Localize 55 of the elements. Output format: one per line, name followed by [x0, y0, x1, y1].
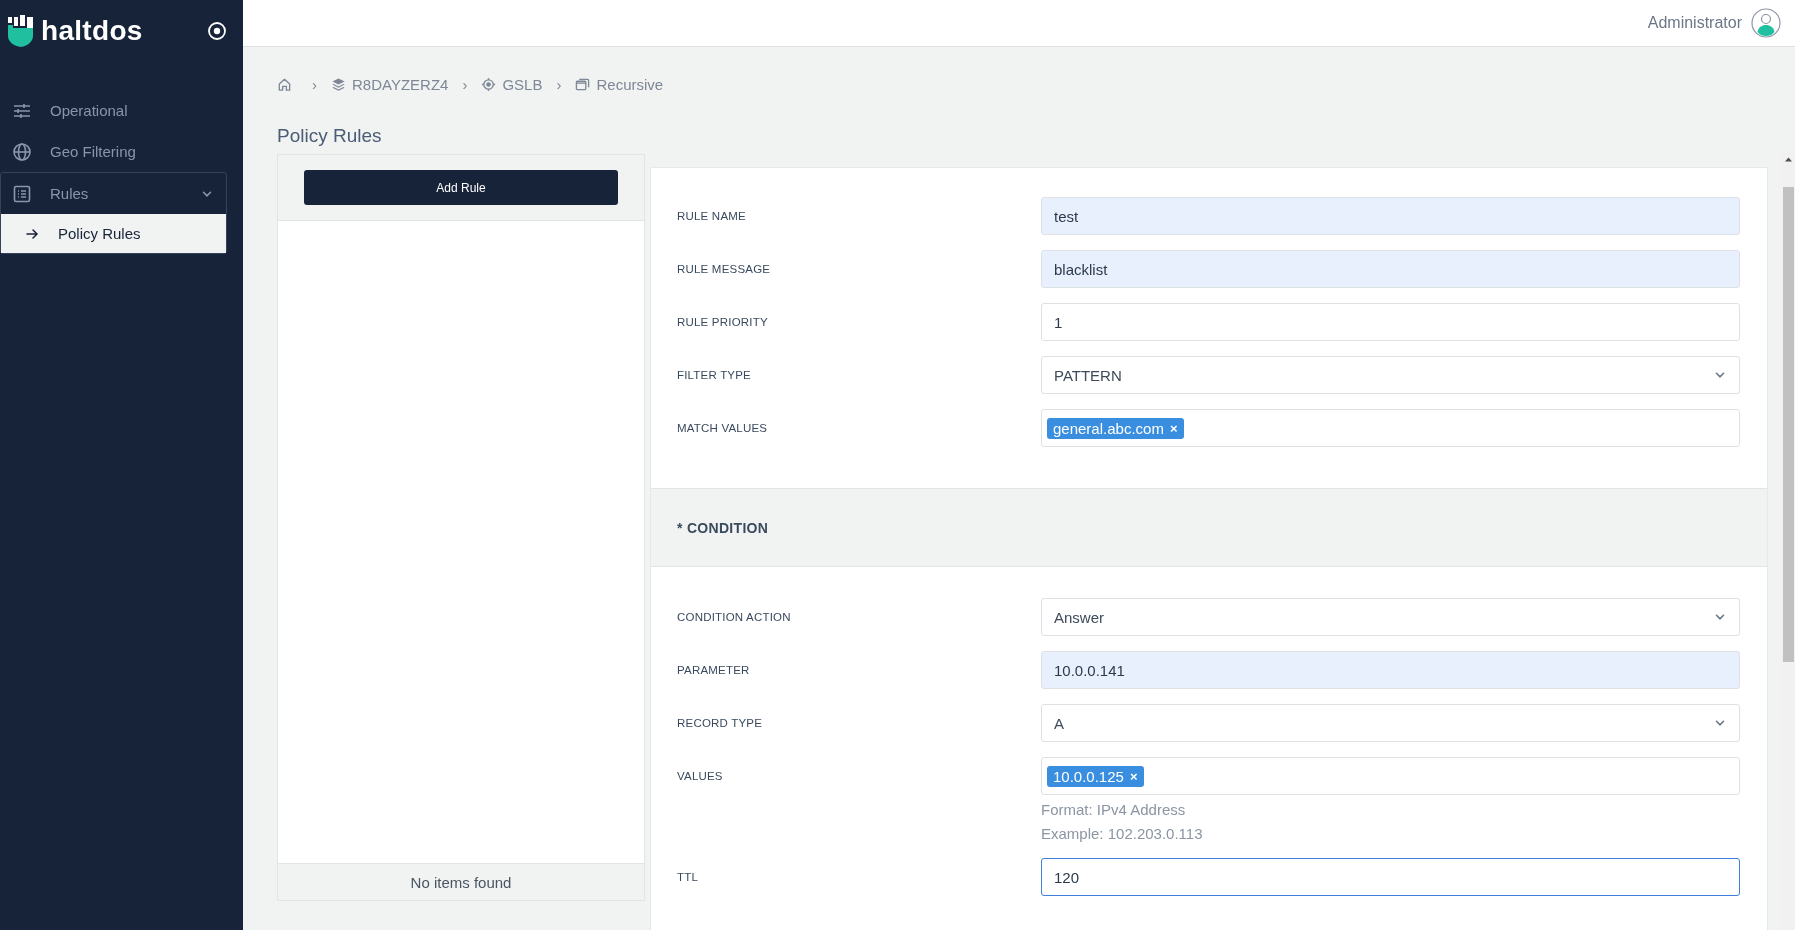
- sidebar-item[interactable]: Operational: [0, 90, 243, 131]
- breadcrumb-separator: ›: [462, 75, 468, 93]
- tag-input-field[interactable]: 10.0.0.125 ×: [1041, 757, 1740, 795]
- field-label: TTL: [677, 870, 700, 885]
- windows-icon: [575, 76, 591, 92]
- remove-tag-button[interactable]: ×: [1169, 420, 1178, 436]
- scroll-up-icon[interactable]: [1784, 155, 1793, 164]
- text-field[interactable]: test: [1041, 197, 1740, 235]
- tag-input-field[interactable]: general.abc.com ×: [1041, 409, 1740, 447]
- help-text: Example: 102.203.0.113: [1041, 824, 1204, 843]
- tag-label: 10.0.0.125: [1053, 767, 1124, 785]
- field-label: RULE PRIORITY: [677, 315, 769, 330]
- empty-message: No items found: [278, 863, 644, 900]
- text-field[interactable]: blacklist: [1041, 250, 1740, 288]
- field-label: RULE NAME: [677, 209, 747, 224]
- field-label: FILTER TYPE: [677, 368, 752, 383]
- remove-tag-button[interactable]: ×: [1129, 768, 1138, 784]
- field-label: PARAMETER: [677, 663, 751, 678]
- sidebar-item[interactable]: Rules: [1, 173, 226, 214]
- crosshair-icon: [481, 76, 497, 92]
- sidebar-subitem[interactable]: Policy Rules: [1, 214, 226, 253]
- dropdown[interactable]: A: [1041, 704, 1740, 742]
- text-field[interactable]: 10.0.0.141: [1041, 651, 1740, 689]
- field-label: RECORD TYPE: [677, 716, 764, 731]
- field-label: MATCH VALUES: [677, 421, 769, 436]
- breadcrumb-link[interactable]: Recursive: [596, 75, 664, 93]
- breadcrumb-link[interactable]: R8DAYZERZ4: [352, 75, 449, 93]
- circle-dot-icon[interactable]: [207, 21, 227, 41]
- text-field[interactable]: 120: [1041, 858, 1740, 896]
- list-icon: [12, 183, 32, 204]
- breadcrumb-link[interactable]: GSLB: [502, 75, 543, 93]
- tag[interactable]: general.abc.com ×: [1047, 417, 1184, 439]
- help-text: Format: IPv4 Address: [1041, 800, 1187, 819]
- sidebar-item[interactable]: Geo Filtering: [0, 131, 243, 172]
- breadcrumb-separator: ›: [312, 75, 317, 93]
- logo-icon: [7, 14, 35, 48]
- home-icon[interactable]: [277, 76, 292, 92]
- field-label: CONDITION ACTION: [677, 610, 792, 625]
- field-label: VALUES: [677, 769, 724, 784]
- dropdown[interactable]: PATTERN: [1041, 356, 1740, 394]
- dropdown[interactable]: Answer: [1041, 598, 1740, 636]
- brand-name: haltdos: [41, 15, 144, 47]
- tag-label: general.abc.com: [1053, 419, 1164, 437]
- globe-icon: [12, 141, 32, 162]
- user-avatar-icon[interactable]: [1751, 8, 1781, 38]
- layers-icon: [331, 76, 346, 92]
- text-field[interactable]: 1: [1041, 303, 1740, 341]
- breadcrumb-separator: ›: [556, 75, 562, 93]
- user-name[interactable]: Administrator: [1647, 14, 1742, 32]
- field-label: RULE MESSAGE: [677, 262, 772, 277]
- section-header: * CONDITION: [651, 488, 1767, 567]
- tag[interactable]: 10.0.0.125 ×: [1047, 765, 1144, 787]
- add-rule-button[interactable]: Add Rule: [304, 170, 618, 205]
- arrow-right-icon: [25, 226, 39, 241]
- page-title: Policy Rules: [277, 125, 383, 147]
